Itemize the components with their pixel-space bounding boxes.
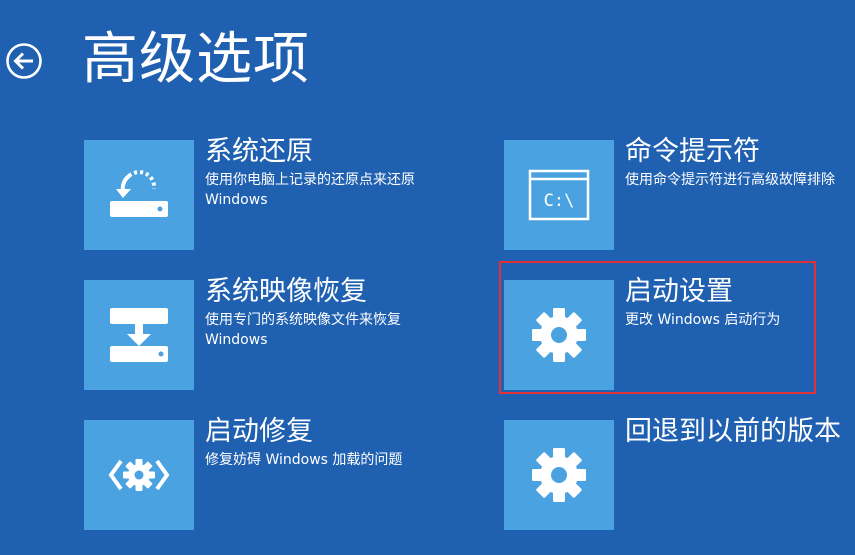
option-title: 系统映像恢复 [205, 276, 367, 307]
advanced-options-screen: 高级选项 系统还原 使用你电脑上记录的还原点来还原 Windows C:\ 命令… [0, 0, 855, 555]
system-image-recovery-icon [110, 308, 168, 362]
system-restore-icon [110, 170, 168, 217]
page-title: 高级选项 [82, 27, 310, 92]
option-title: 系统还原 [205, 136, 313, 167]
option-description: 使用专门的系统映像文件来恢复 Windows [205, 312, 401, 348]
option-system-image-recovery[interactable]: 系统映像恢复 使用专门的系统映像文件来恢复 Windows [84, 276, 424, 390]
option-description: 更改 Windows 启动行为 [625, 312, 781, 328]
option-title: 启动修复 [205, 416, 313, 447]
option-startup-settings[interactable]: 启动设置 更改 Windows 启动行为 [504, 276, 844, 390]
option-icon-box [84, 420, 194, 530]
back-button[interactable] [5, 42, 43, 80]
option-icon-box [504, 280, 614, 390]
prompt-text: C:\ [544, 191, 575, 211]
startup-repair-icon [108, 459, 170, 491]
option-icon-box [84, 140, 194, 250]
option-icon-box [504, 420, 614, 530]
option-icon-box [84, 280, 194, 390]
option-description: 使用你电脑上记录的还原点来还原 Windows [205, 172, 415, 208]
option-startup-repair[interactable]: 启动修复 修复妨碍 Windows 加载的问题 [84, 416, 424, 530]
option-title: 启动设置 [625, 276, 733, 307]
option-system-restore[interactable]: 系统还原 使用你电脑上记录的还原点来还原 Windows [84, 136, 424, 250]
command-prompt-icon: C:\ [528, 169, 590, 221]
gear-icon [532, 448, 586, 502]
back-arrow-icon [6, 43, 42, 79]
option-command-prompt[interactable]: C:\ 命令提示符 使用命令提示符进行高级故障排除 [504, 136, 844, 250]
gear-icon [532, 308, 586, 362]
option-description: 使用命令提示符进行高级故障排除 [625, 172, 835, 188]
option-description: 修复妨碍 Windows 加载的问题 [205, 452, 403, 468]
option-title: 命令提示符 [625, 136, 760, 167]
option-go-back-previous-version[interactable]: 回退到以前的版本 [504, 416, 844, 530]
option-icon-box: C:\ [504, 140, 614, 250]
option-title: 回退到以前的版本 [625, 416, 841, 447]
